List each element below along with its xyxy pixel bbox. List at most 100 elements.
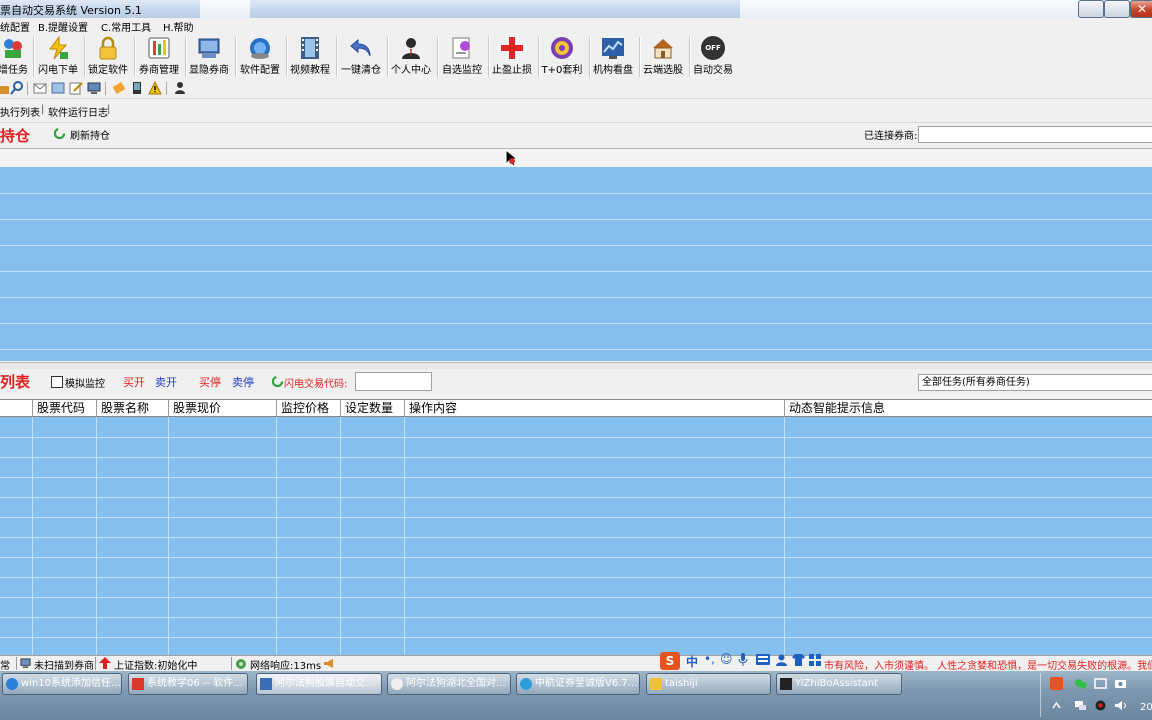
image-icon[interactable] [51,81,65,95]
taskbar-window[interactable]: taishiji [646,673,771,695]
add-task-icon [4,39,22,58]
ime-user-icon[interactable] [775,654,788,666]
taskbar-window[interactable]: 中航证券至诚版V6.7... [516,673,640,695]
home-icon[interactable] [0,81,10,95]
flash-code-input[interactable] [355,372,432,391]
broker-manage-button[interactable]: 券商管理 [134,33,184,79]
ime-skin-shirt-icon[interactable] [792,654,805,666]
grid-row-line [0,219,1152,220]
sogou-ime-icon[interactable]: S [660,652,680,670]
computer-icon[interactable] [87,81,101,95]
flash-code-label: 闪电交易代码: [284,379,348,390]
grid-column-line [276,417,277,655]
app-window-icon [260,678,272,690]
minimize-button[interactable] [1078,0,1104,18]
warning-icon[interactable] [148,81,162,95]
positions-grid[interactable] [0,167,1152,361]
personal-center-button[interactable]: 个人中心 [386,33,436,79]
flash-trade-icon [272,376,283,387]
taskbar-window-label: win10系统添加信任... [21,678,121,689]
menu-common-tools[interactable]: C.常用工具 [101,19,151,34]
ime-emoji-icon[interactable]: ☺ [720,652,733,666]
column-header-stock-code[interactable]: 股票代码 [33,400,97,416]
taskbar-window[interactable]: YiZhiBoAssistant [776,673,902,695]
config-globe-icon [250,38,270,59]
t0-arbitrage-button[interactable]: T+0套利 [537,33,587,79]
network-tray-icon[interactable] [1074,699,1087,712]
volume-icon[interactable] [1114,699,1127,712]
antivirus-tray-icon[interactable] [1094,699,1107,712]
wechat-tray-icon[interactable] [1074,677,1087,690]
network-latency-status: 网络响应:13ms [250,661,322,672]
software-config-button[interactable]: 软件配置 [235,33,285,79]
column-header-operation[interactable]: 操作内容 [405,400,785,416]
taskbar-window[interactable]: 阿尔法狗湖北全国对... [387,673,511,695]
buy-stop-button[interactable]: 买停 [199,374,221,390]
toolbar-label: 自动交易 [693,65,733,76]
ime-microphone-icon[interactable] [738,653,748,667]
column-header-stock-name[interactable]: 股票名称 [97,400,169,416]
window-tray-icon[interactable] [1094,677,1107,690]
toolbar-separator [166,82,167,95]
network-globe-icon [236,659,246,669]
ime-keyboard-icon[interactable] [756,654,770,665]
risk-marquee: 市有风险，入市须谨慎。 人性之贪婪和恐惧，是一切交易失败的根源。我们 [824,661,1152,672]
ime-chinese-mode[interactable]: 中 [686,653,698,670]
taskbar-clock[interactable]: 20 [1140,702,1152,713]
take-profit-stop-loss-button[interactable]: 止盈止损 [487,33,537,79]
cloud-stock-pick-button[interactable]: 云端选股 [638,33,688,79]
connected-broker-field[interactable] [918,126,1152,143]
refresh-positions-button[interactable]: 刷新持仓 [70,127,110,142]
camera-tray-icon[interactable] [1114,677,1127,690]
auto-trade-button[interactable]: OFF 自动交易 [688,33,738,79]
show-hidden-icons[interactable] [1050,699,1063,712]
sim-monitor-checkbox[interactable] [51,376,63,388]
task-grid[interactable] [0,417,1152,655]
maximize-button[interactable] [1104,0,1130,18]
undo-arrow-icon [350,38,371,57]
grid-row-line [0,245,1152,246]
ime-punctuation-icon[interactable]: •, [704,652,715,666]
menu-help[interactable]: H.帮助 [163,19,194,34]
ime-toolbox-grid-icon[interactable] [809,654,821,666]
taskbar-window[interactable]: win10系统添加信任... [2,673,122,695]
grid-row-line [0,557,1152,558]
lock-software-button[interactable]: 锁定软件 [83,33,133,79]
show-hide-broker-button[interactable]: 显隐券商 [184,33,234,79]
sell-stop-button[interactable]: 卖停 [232,374,254,390]
refresh-icon[interactable] [54,128,65,139]
menu-system-config[interactable]: 统配置 [0,19,30,34]
mail-icon[interactable] [33,81,47,95]
task-filter-select[interactable]: 全部任务(所有券商任务) [918,374,1152,391]
video-tutorial-button[interactable]: 视频教程 [285,33,335,79]
status-divider [95,657,96,670]
tab-run-log[interactable]: 软件运行日志 [48,104,108,119]
menu-reminder-settings[interactable]: B.提醒设置 [38,19,88,34]
column-header-monitor-price[interactable]: 监控价格 [277,400,341,416]
watchlist-monitor-button[interactable]: 自选监控 [437,33,487,79]
search-icon[interactable] [10,81,24,95]
taskbar-window[interactable]: 阿尔法狗股票自动交... [256,673,382,695]
one-click-liquidate-button[interactable]: 一键清仓 [336,33,386,79]
close-button[interactable]: ✕ [1130,0,1152,18]
grid-row-line [0,297,1152,298]
column-header-current-price[interactable]: 股票现价 [169,400,277,416]
video-film-icon [301,37,319,59]
grid-column-line [168,417,169,655]
edit-icon[interactable] [69,81,83,95]
phone-icon[interactable] [130,81,144,95]
column-header-smart-hint[interactable]: 动态智能提示信息 [785,400,1152,416]
tab-execution-list[interactable]: 执行列表 [0,104,40,119]
column-header-set-quantity[interactable]: 设定数量 [341,400,405,416]
sell-open-button[interactable]: 卖开 [155,374,177,390]
institution-view-button[interactable]: 机构看盘 [588,33,638,79]
off-toggle-icon: OFF [701,36,725,60]
sogou-tray-icon[interactable] [1050,677,1063,690]
tools-icon[interactable] [112,81,126,95]
taskbar-window[interactable]: 系统教学06 -- 软件... [128,673,248,695]
taskbar-window-label: 阿尔法狗股票自动交... [275,678,375,689]
window-title: 票自动交易系统 Version 5.1 [0,4,142,17]
user-icon[interactable] [173,81,187,95]
buy-open-button[interactable]: 买开 [123,374,145,390]
lightning-order-button[interactable]: 闪电下单 [33,33,83,79]
